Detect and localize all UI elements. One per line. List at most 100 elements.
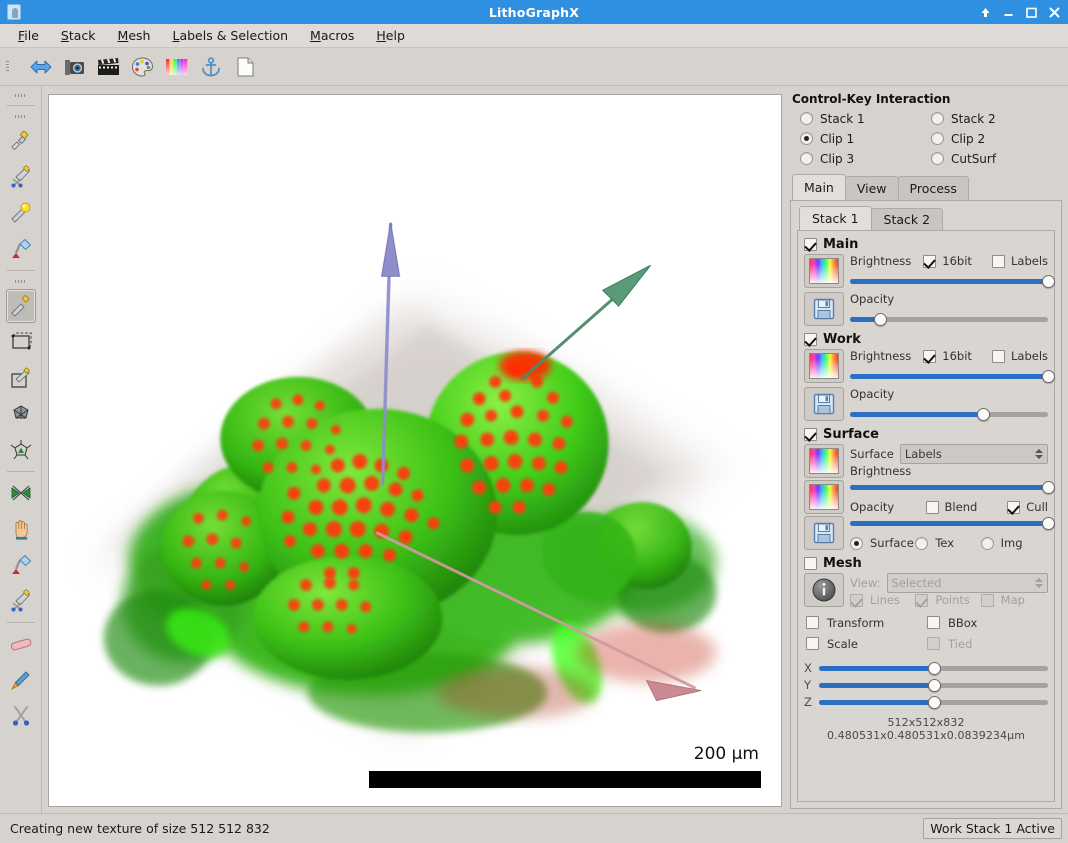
- tab-process[interactable]: Process: [897, 176, 969, 200]
- clapperboard-icon[interactable]: [92, 51, 126, 83]
- main-labels-checkbox[interactable]: [991, 254, 1005, 268]
- radio-img-mode[interactable]: Img: [980, 536, 1046, 550]
- tab-stack-2[interactable]: Stack 2: [870, 208, 944, 230]
- clip-y-slider[interactable]: [819, 678, 1048, 692]
- radio-tex-mode[interactable]: Tex: [915, 536, 980, 550]
- radio-clip-1[interactable]: Clip 1: [800, 129, 931, 148]
- scalebar-rect: [369, 771, 761, 788]
- radio-clip-3[interactable]: Clip 3: [800, 149, 931, 168]
- paintbrush-icon[interactable]: [6, 663, 36, 697]
- mesh-points-option[interactable]: Points: [915, 593, 980, 607]
- menu-labels-selection[interactable]: Labels & Selection: [162, 25, 298, 46]
- mesh-map-option[interactable]: Map: [980, 593, 1046, 607]
- mesh-lines-option[interactable]: Lines: [850, 593, 915, 607]
- toolbar-divider-3: [6, 471, 35, 472]
- polyhedron-icon[interactable]: [6, 397, 36, 431]
- color-bars-icon[interactable]: [160, 51, 194, 83]
- toolbar-drag-handle[interactable]: [0, 48, 14, 86]
- eraser-icon[interactable]: [6, 627, 36, 661]
- clip-x-slider[interactable]: [819, 661, 1048, 675]
- radio-stack-2[interactable]: Stack 2: [931, 109, 1062, 128]
- transform-option[interactable]: Transform: [806, 613, 927, 632]
- surface-brightness-slider[interactable]: [850, 480, 1055, 494]
- mesh-view-label: View:: [850, 576, 881, 590]
- document-icon[interactable]: [228, 51, 262, 83]
- vertex-star-icon[interactable]: [6, 433, 36, 467]
- menu-stack[interactable]: Stack: [51, 25, 106, 46]
- magic-wand-icon[interactable]: [6, 196, 36, 230]
- pipette-scissors-2-icon[interactable]: [6, 584, 36, 618]
- render-viewport[interactable]: 200 µm: [48, 94, 782, 807]
- work-enable-checkbox[interactable]: [804, 333, 817, 346]
- main-enable-checkbox[interactable]: [804, 238, 817, 251]
- bbox-label: BBox: [948, 615, 978, 630]
- clip-z-slider[interactable]: [819, 695, 1048, 709]
- toolbar-divider-2: [6, 270, 35, 271]
- pipette-scissors-icon[interactable]: [6, 160, 36, 194]
- paint-bucket-lamp-2-icon[interactable]: [6, 548, 36, 582]
- work-opacity-slider[interactable]: [850, 407, 1048, 421]
- tab-stack-1[interactable]: Stack 1: [799, 206, 872, 230]
- blue-double-arrow-icon[interactable]: [24, 51, 58, 83]
- bbox-icon[interactable]: [6, 325, 36, 359]
- menu-mesh[interactable]: Mesh: [108, 25, 161, 46]
- main-opacity-slider[interactable]: [850, 312, 1048, 326]
- surface-select-combobox[interactable]: Labels: [899, 444, 1048, 464]
- surface-color-gradient-icon[interactable]: [804, 444, 844, 478]
- mesh-enable-checkbox[interactable]: [804, 557, 817, 570]
- surface-blend-checkbox[interactable]: [925, 500, 939, 514]
- main-brightness-row: Brightness 16bit Labels: [804, 254, 1055, 288]
- work-color-gradient-icon[interactable]: [804, 349, 844, 383]
- radio-label: Surface: [870, 536, 914, 550]
- minimize-icon[interactable]: [1001, 5, 1016, 20]
- radio-cutsurf[interactable]: CutSurf: [931, 149, 1062, 168]
- bbox-pipette-icon[interactable]: [6, 361, 36, 395]
- bbox-option[interactable]: BBox: [927, 613, 1048, 632]
- camera-icon[interactable]: [58, 51, 92, 83]
- surface-cull-checkbox[interactable]: [1007, 500, 1021, 514]
- surface-color-gradient-2-icon[interactable]: [804, 480, 844, 514]
- surface-save-floppy-icon[interactable]: [804, 516, 844, 550]
- main-color-gradient-icon[interactable]: [804, 254, 844, 288]
- pipette-voxel-icon[interactable]: [5, 289, 36, 323]
- hand-icon[interactable]: [6, 512, 36, 546]
- close-icon[interactable]: [1047, 5, 1062, 20]
- mesh-view-combobox[interactable]: Selected: [886, 573, 1048, 593]
- up-arrow-icon[interactable]: [978, 5, 993, 20]
- palette-icon[interactable]: [126, 51, 160, 83]
- menu-help[interactable]: Help: [366, 25, 415, 46]
- surface-enable-checkbox[interactable]: [804, 428, 817, 441]
- radio-clip-2[interactable]: Clip 2: [931, 129, 1062, 148]
- tab-main[interactable]: Main: [792, 174, 846, 200]
- paint-bucket-lamp-icon[interactable]: [6, 232, 36, 266]
- left-toolbar-drag-handle-2[interactable]: [0, 109, 41, 123]
- work-16bit-checkbox[interactable]: [923, 349, 937, 363]
- left-toolbar-drag-handle[interactable]: [0, 88, 41, 102]
- maximize-icon[interactable]: [1024, 5, 1039, 20]
- radio-surface-mode[interactable]: Surface: [850, 536, 915, 550]
- tied-option[interactable]: Tied: [927, 634, 1048, 653]
- mesh-view-value: Selected: [891, 576, 942, 590]
- scale-option[interactable]: Scale: [806, 634, 927, 653]
- pipette-icon[interactable]: [6, 124, 36, 158]
- work-labels-checkbox[interactable]: [991, 349, 1005, 363]
- radio-stack-1[interactable]: Stack 1: [800, 109, 931, 128]
- main-save-floppy-icon[interactable]: [804, 292, 844, 326]
- mesh-view-combo-row: View: Selected: [850, 573, 1048, 593]
- tab-view[interactable]: View: [844, 176, 899, 200]
- mesh-info-icon[interactable]: [804, 573, 844, 607]
- main-16bit-checkbox[interactable]: [923, 254, 937, 268]
- work-save-floppy-icon[interactable]: [804, 387, 844, 421]
- radio-indicator: [915, 536, 929, 550]
- left-toolbar-drag-handle-3[interactable]: [0, 274, 41, 288]
- mirror-arrows-icon[interactable]: [6, 476, 36, 510]
- toolbar-divider-4: [6, 622, 35, 623]
- anchor-icon[interactable]: [194, 51, 228, 83]
- work-brightness-slider[interactable]: [850, 369, 1055, 383]
- work-section-title: Work: [823, 332, 861, 347]
- surface-opacity-slider[interactable]: [850, 516, 1055, 530]
- scissors-icon[interactable]: [6, 699, 36, 733]
- menu-file[interactable]: File: [8, 25, 49, 46]
- main-brightness-slider[interactable]: [850, 274, 1055, 288]
- menu-macros[interactable]: Macros: [300, 25, 364, 46]
